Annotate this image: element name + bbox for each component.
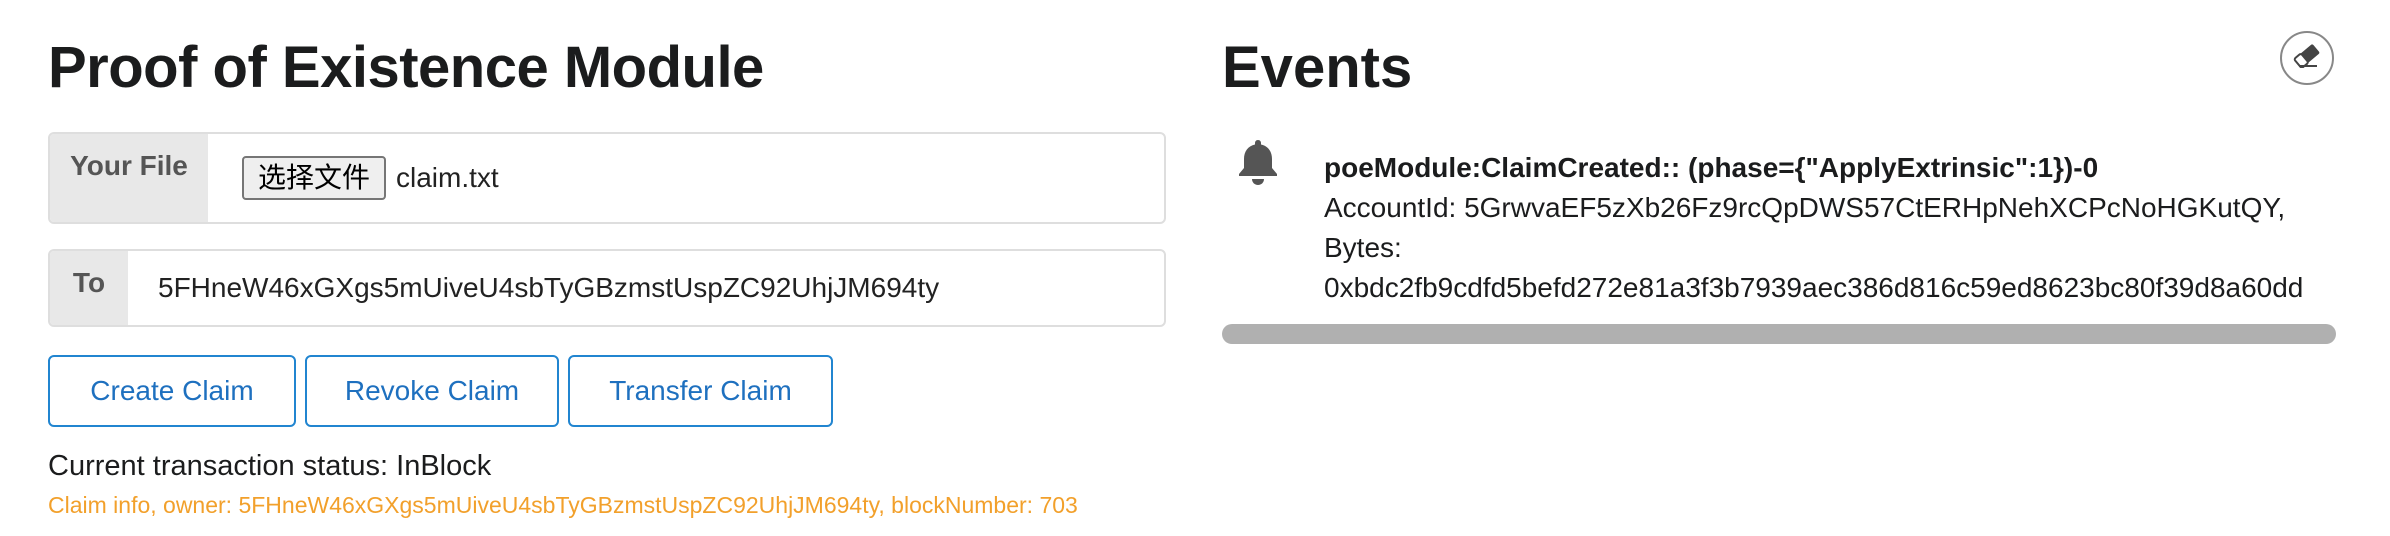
to-input-group: To 5FHneW46xGXgs5mUiveU4sbTyGBzmstUspZC9… bbox=[48, 249, 1166, 327]
event-content: poeModule:ClaimCreated:: (phase={"ApplyE… bbox=[1324, 148, 2303, 308]
eraser-icon bbox=[2293, 44, 2321, 73]
clear-events-button[interactable] bbox=[2280, 31, 2334, 85]
claim-info: Claim info, owner: 5FHneW46xGXgs5mUiveU4… bbox=[48, 492, 1078, 518]
file-label: Your File bbox=[50, 134, 208, 222]
bell-icon bbox=[1236, 138, 1280, 186]
events-title: Events bbox=[1222, 35, 1413, 100]
event-account-id: AccountId: 5GrwvaEF5zXb26Fz9rcQpDWS57CtE… bbox=[1324, 192, 2286, 223]
module-title: Proof of Existence Module bbox=[48, 35, 764, 100]
transaction-status: Current transaction status: InBlock bbox=[48, 450, 492, 482]
file-input-group: Your File 选择文件 claim.txt bbox=[48, 132, 1166, 224]
file-input[interactable]: 选择文件 claim.txt bbox=[208, 134, 499, 222]
choose-file-button[interactable]: 选择文件 bbox=[242, 156, 387, 200]
page: Proof of Existence Module Your File 选择文件… bbox=[0, 0, 2390, 536]
to-label: To bbox=[50, 251, 128, 325]
transfer-claim-button[interactable]: Transfer Claim bbox=[568, 355, 833, 427]
claim-button-row: Create Claim Revoke Claim Transfer Claim bbox=[48, 355, 842, 427]
event-header: poeModule:ClaimCreated:: (phase={"ApplyE… bbox=[1324, 152, 2099, 183]
create-claim-button[interactable]: Create Claim bbox=[48, 355, 296, 427]
events-panel: Events poeModule:ClaimCreated:: (phase={… bbox=[1222, 0, 2342, 536]
horizontal-scrollbar[interactable] bbox=[1222, 324, 2336, 344]
event-bytes-value: 0xbdc2fb9cdfd5befd272e81a3f3b7939aec386d… bbox=[1324, 272, 2304, 303]
to-address-input[interactable]: 5FHneW46xGXgs5mUiveU4sbTyGBzmstUspZC92Uh… bbox=[128, 251, 939, 325]
file-name: claim.txt bbox=[396, 162, 499, 193]
event-bytes-label: Bytes: bbox=[1324, 232, 1402, 263]
revoke-claim-button[interactable]: Revoke Claim bbox=[305, 355, 559, 427]
